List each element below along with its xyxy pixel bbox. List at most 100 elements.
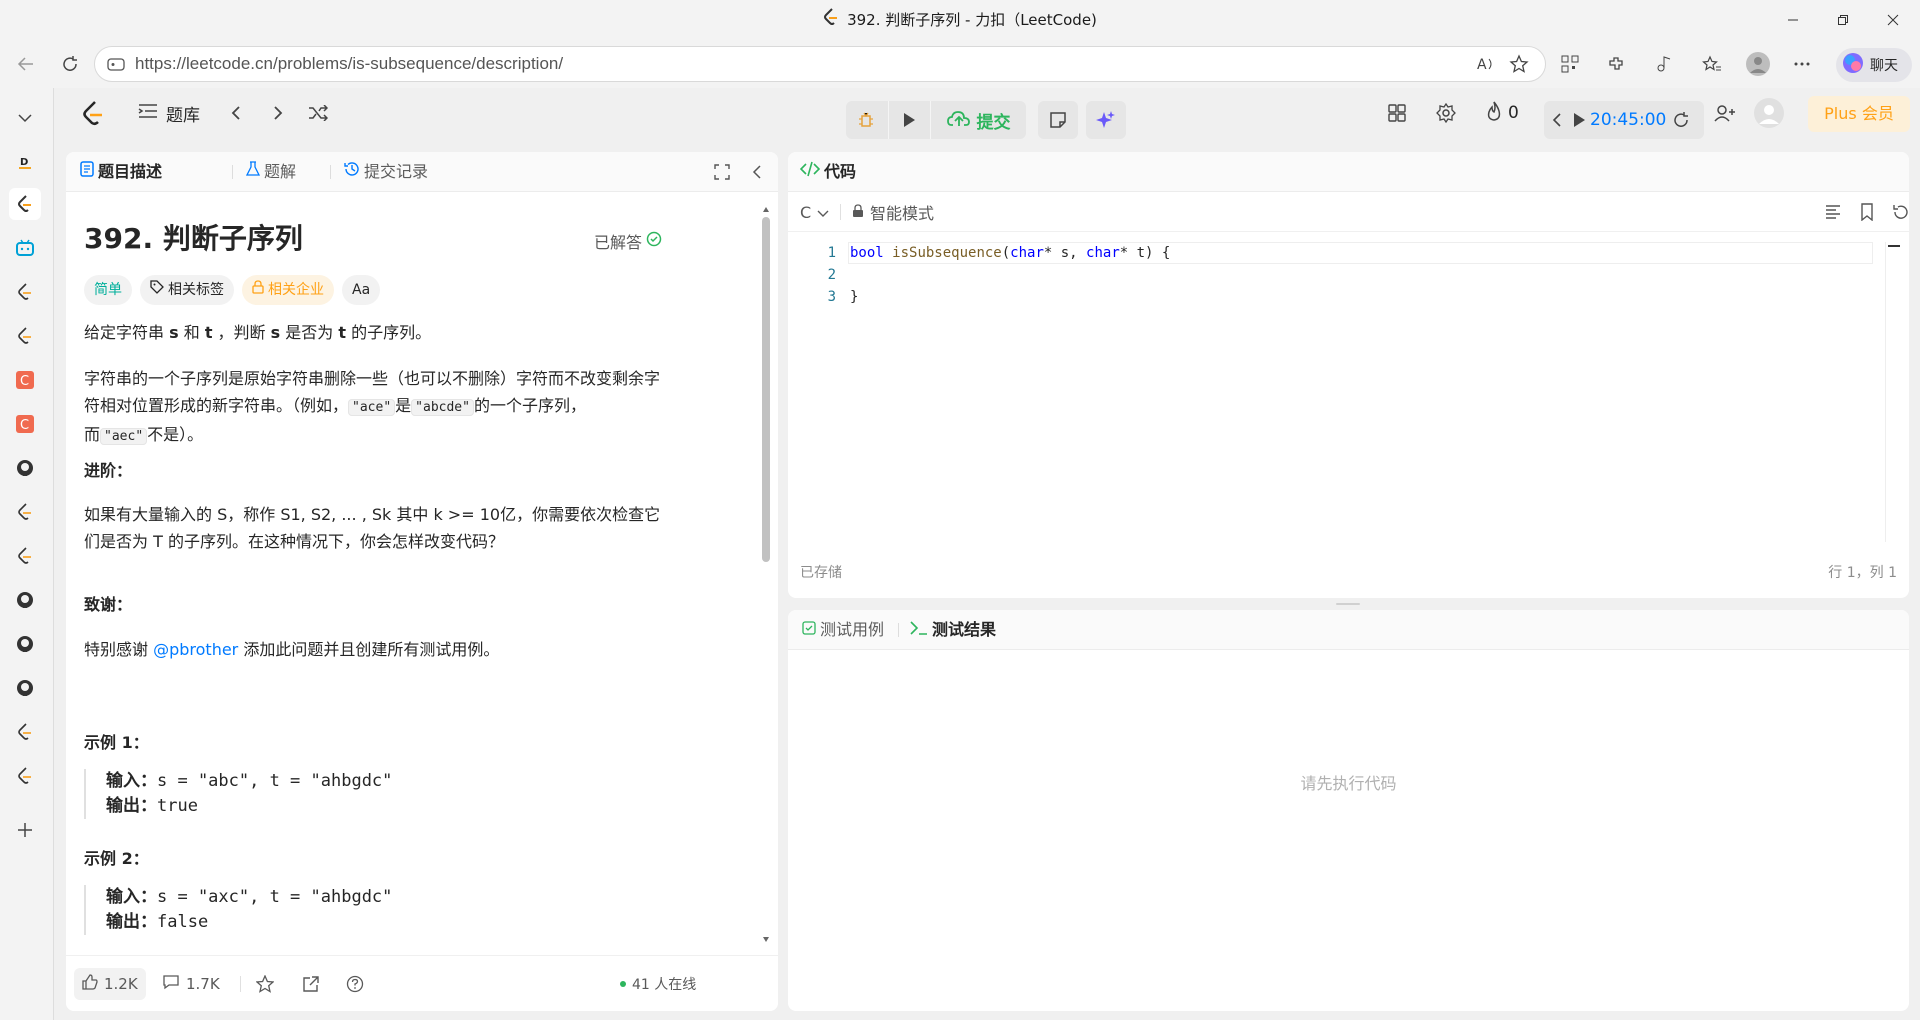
scrollbar-thumb[interactable] bbox=[762, 217, 770, 562]
tab-test-results[interactable]: 测试结果 bbox=[910, 610, 996, 650]
leetcode-icon[interactable] bbox=[9, 276, 41, 308]
code-editor[interactable]: 1 bool isSubsequence(char* s, char* t) {… bbox=[788, 242, 1873, 532]
smart-mode-toggle[interactable]: 智能模式 bbox=[852, 192, 934, 232]
chevron-down-icon[interactable] bbox=[9, 102, 41, 134]
timer-collapse-chevron-icon[interactable] bbox=[1552, 112, 1562, 132]
github-icon[interactable] bbox=[9, 584, 41, 616]
debug-button[interactable] bbox=[846, 101, 886, 139]
streak-counter[interactable]: 0 bbox=[1486, 88, 1519, 138]
user-avatar[interactable] bbox=[1754, 88, 1784, 138]
test-panel: 测试用例 测试结果 请先执行代码 bbox=[788, 610, 1909, 1011]
translate-button[interactable]: Aa bbox=[342, 275, 381, 305]
more-options-icon[interactable] bbox=[1788, 50, 1816, 78]
read-aloud-icon[interactable]: A bbox=[1477, 55, 1497, 77]
editor-scrollbar[interactable] bbox=[1885, 242, 1900, 542]
github-icon[interactable] bbox=[9, 672, 41, 704]
back-button[interactable] bbox=[10, 48, 42, 80]
problem-list-link[interactable]: 题库 bbox=[138, 88, 200, 138]
tab-test-results-label: 测试结果 bbox=[932, 620, 997, 639]
minimize-button[interactable] bbox=[1768, 0, 1818, 40]
bookmark-icon[interactable] bbox=[1860, 203, 1874, 225]
timer-group: 20:45:00 bbox=[1544, 101, 1704, 139]
leetcode-icon[interactable] bbox=[9, 716, 41, 748]
terminal-icon bbox=[910, 610, 928, 650]
leetcode-icon[interactable] bbox=[9, 760, 41, 792]
tab-testcases[interactable]: 测试用例 bbox=[802, 610, 884, 650]
tab-solutions[interactable]: 题解 bbox=[245, 152, 296, 192]
leetcode-icon[interactable] bbox=[9, 188, 41, 220]
window-title: 392. 判断子序列 - 力扣（LeetCode) bbox=[0, 0, 1920, 40]
like-button[interactable]: 1.2K bbox=[74, 968, 146, 1000]
timer-play-icon[interactable] bbox=[1572, 112, 1586, 132]
svg-text:D: D bbox=[20, 157, 28, 168]
copilot-chat-button[interactable]: 聊天 bbox=[1836, 48, 1912, 82]
profile-avatar-icon[interactable] bbox=[1744, 50, 1772, 78]
related-companies-button[interactable]: 相关企业 bbox=[242, 275, 334, 305]
c-icon[interactable]: C bbox=[9, 408, 41, 440]
related-companies-label: 相关企业 bbox=[268, 282, 324, 298]
notes-button[interactable] bbox=[1038, 101, 1078, 139]
leetcode-icon[interactable] bbox=[9, 496, 41, 528]
favorite-star-icon[interactable] bbox=[256, 968, 274, 1000]
invite-user-icon[interactable] bbox=[1714, 88, 1736, 138]
bilibili-icon[interactable] bbox=[9, 232, 41, 264]
copilot-icon bbox=[1842, 52, 1864, 78]
format-code-icon[interactable] bbox=[1825, 204, 1841, 224]
plus-membership-button[interactable]: Plus 会员 bbox=[1808, 96, 1910, 132]
leetcode-icon[interactable] bbox=[9, 540, 41, 572]
favorite-star-icon[interactable] bbox=[1509, 54, 1529, 78]
github-icon[interactable] bbox=[9, 452, 41, 484]
example-2-block: 输入：s = "axc", t = "ahbgdc" 输出：false bbox=[84, 885, 664, 935]
panel-resize-handle[interactable] bbox=[780, 152, 786, 1011]
leetcode-icon[interactable] bbox=[9, 320, 41, 352]
comments-button[interactable]: 1.7K bbox=[162, 968, 220, 1000]
add-icon[interactable] bbox=[9, 814, 41, 846]
ai-assistant-button[interactable] bbox=[1086, 101, 1126, 139]
close-window-button[interactable] bbox=[1868, 0, 1918, 40]
problem-title: 392. 判断子序列 bbox=[84, 222, 303, 255]
media-control-icon[interactable] bbox=[1650, 50, 1678, 78]
tab-submissions[interactable]: 提交记录 bbox=[344, 152, 428, 192]
favorites-icon[interactable] bbox=[1698, 50, 1726, 78]
leetcode-favicon-icon bbox=[823, 1, 839, 41]
related-topics-button[interactable]: 相关标签 bbox=[140, 275, 234, 305]
prev-problem-button[interactable] bbox=[230, 88, 242, 138]
contributor-link[interactable]: @pbrother bbox=[153, 640, 238, 659]
qr-code-icon[interactable] bbox=[1556, 50, 1584, 78]
next-problem-button[interactable] bbox=[272, 88, 284, 138]
c-icon[interactable]: C bbox=[9, 364, 41, 396]
tab-description[interactable]: 题目描述 bbox=[80, 152, 162, 192]
address-bar[interactable]: https://leetcode.cn/problems/is-subseque… bbox=[94, 46, 1546, 82]
submit-button[interactable]: 提交 bbox=[930, 101, 1026, 139]
share-icon[interactable] bbox=[302, 968, 320, 1000]
timer-display[interactable]: 20:45:00 bbox=[1590, 101, 1666, 139]
help-icon[interactable] bbox=[346, 968, 364, 1000]
extensions-icon[interactable] bbox=[1602, 50, 1630, 78]
document-icon bbox=[80, 152, 94, 192]
inline-code: "aec" bbox=[100, 428, 148, 445]
fullscreen-icon[interactable] bbox=[714, 164, 730, 184]
leetcode-app: 题库 提交 0 20:45:00 Plus 会员 题目描述 题解 提交记录 39… bbox=[53, 88, 1920, 1020]
timer-reset-icon[interactable] bbox=[1672, 111, 1690, 133]
url-text[interactable]: https://leetcode.cn/problems/is-subseque… bbox=[135, 47, 563, 81]
tab-code[interactable]: 代码 bbox=[799, 152, 856, 192]
layout-icon[interactable] bbox=[1388, 88, 1406, 138]
history-icon bbox=[344, 152, 360, 192]
language-selector[interactable]: C bbox=[800, 192, 829, 232]
settings-gear-icon[interactable] bbox=[1436, 88, 1456, 138]
maximize-button[interactable] bbox=[1818, 0, 1868, 40]
editor-resize-handle[interactable] bbox=[788, 600, 1909, 608]
dxy-icon[interactable]: D bbox=[9, 146, 41, 178]
random-problem-button[interactable] bbox=[308, 88, 328, 138]
reset-code-icon[interactable] bbox=[1892, 203, 1909, 225]
description-scrollbar[interactable] bbox=[762, 207, 770, 942]
site-info-icon[interactable] bbox=[107, 56, 125, 76]
plus-label: Plus 会员 bbox=[1824, 104, 1894, 123]
collapse-panel-icon[interactable] bbox=[752, 164, 762, 184]
github-icon[interactable] bbox=[9, 628, 41, 660]
leetcode-logo-icon[interactable] bbox=[82, 88, 104, 138]
submit-label: 提交 bbox=[976, 112, 1011, 133]
run-button[interactable] bbox=[888, 101, 928, 139]
refresh-button[interactable] bbox=[54, 48, 86, 80]
cursor-position: 行 1，列 1 bbox=[1828, 565, 1897, 581]
